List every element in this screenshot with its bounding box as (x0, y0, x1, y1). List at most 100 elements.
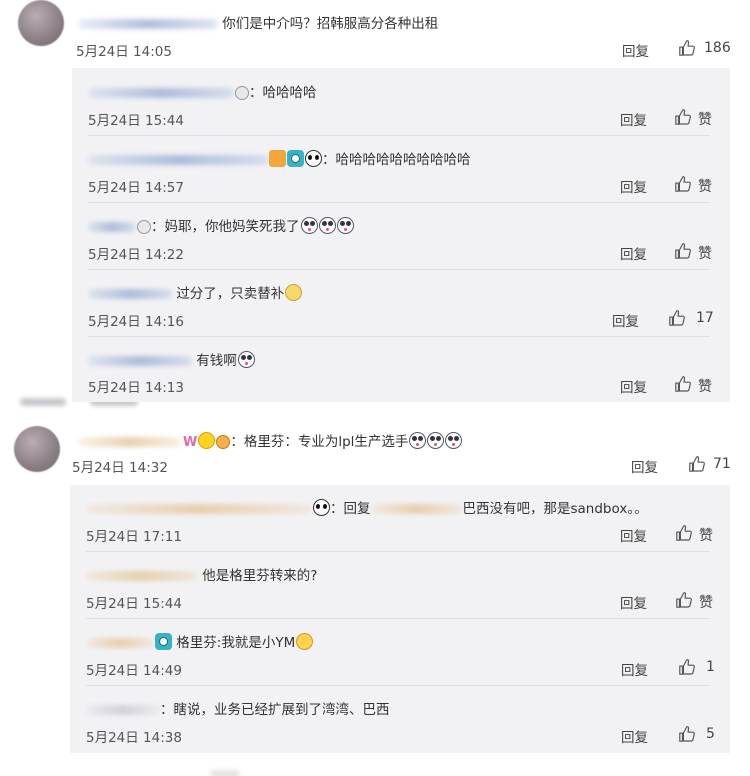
thumbs-up-icon[interactable] (675, 524, 693, 542)
like-count[interactable]: 186 (704, 40, 731, 56)
reply-button[interactable]: 回复 (620, 176, 647, 196)
sub-comment-line: ：哈哈哈哈哈哈哈哈哈哈 (88, 148, 471, 168)
duck-badge-icon (198, 432, 216, 449)
username-blurred[interactable] (78, 19, 218, 29)
camera-badge-icon (287, 150, 304, 167)
thumbs-up-icon[interactable] (675, 591, 693, 609)
like-button[interactable]: 赞 (699, 592, 713, 612)
reply-button[interactable]: 回复 (620, 109, 647, 129)
sub-comment-time: 5月24日 15:44 (86, 596, 182, 612)
thumbs-up-icon[interactable] (688, 455, 706, 473)
laugh-cry-emoji-icon (409, 432, 427, 449)
sub-comment: ：妈耶，你他妈笑死我了 5月24日 14:22 回复 赞 (72, 203, 730, 270)
sub-comment-time: 5月24日 14:38 (86, 730, 182, 746)
comment-time: 5月24日 14:05 (76, 44, 172, 60)
sub-comment-line: 过分了，只卖替补 (88, 282, 303, 302)
thumbs-up-icon[interactable] (678, 39, 696, 57)
reply-button[interactable]: 回复 (631, 456, 658, 476)
like-button[interactable]: 赞 (698, 109, 712, 129)
gold-medal-icon (216, 435, 231, 449)
reply-list: ：回复 巴西没有吧，那是sandbox。。 5月24日 17:11 回复 赞 他是… (70, 485, 730, 753)
cat-emoji-icon (285, 284, 303, 301)
medal-icon (137, 220, 151, 234)
camera-badge-icon (155, 633, 172, 650)
like-count[interactable]: 71 (713, 456, 731, 472)
username-blurred[interactable] (78, 437, 182, 447)
reply-button[interactable]: 回复 (622, 40, 649, 60)
like-button[interactable]: 赞 (698, 376, 712, 396)
like-count[interactable]: 5 (706, 726, 715, 742)
reply-button[interactable]: 回复 (620, 592, 647, 612)
username-blurred[interactable] (88, 155, 268, 165)
sub-comment-line: ：哈哈哈哈 (88, 81, 317, 101)
thumbs-up-icon[interactable] (674, 375, 692, 393)
vip-w-badge-icon: W (183, 435, 198, 450)
comment-time: 5月24日 14:32 (72, 460, 168, 476)
smug-emoji-icon (296, 633, 314, 650)
sub-comment-line: ：妈耶，你他妈笑死我了 (88, 215, 354, 235)
reply-button[interactable]: 回复 (620, 525, 647, 545)
sub-comment-time: 5月24日 14:57 (88, 180, 184, 196)
laugh-cry-emoji-icon (300, 217, 318, 234)
reply-prefix: ：回复 (330, 501, 371, 517)
sub-comment-text: ：妈耶，你他妈笑死我了 (151, 219, 300, 235)
username-blurred[interactable] (88, 289, 172, 299)
sub-comment-text: 格里芬:我就是小YM (176, 635, 296, 651)
sub-comment: ：哈哈哈哈 5月24日 15:44 回复 赞 (72, 68, 730, 136)
username-blurred[interactable] (88, 222, 136, 232)
mentioned-username-blurred[interactable] (370, 504, 463, 514)
sub-comment-time: 5月24日 17:11 (86, 529, 182, 545)
sub-comment: ：瞎说，业务已经扩展到了湾湾、巴西 5月24日 14:38 回复 5 (70, 686, 730, 753)
laugh-cry-emoji-icon (445, 432, 463, 449)
sub-comment: ：哈哈哈哈哈哈哈哈哈哈 5月24日 14:57 回复 赞 (72, 136, 730, 203)
comment-text-line: 你们是中介吗？招韩服高分各种出租 (78, 12, 438, 32)
thumbs-up-icon[interactable] (668, 309, 686, 327)
reply-button[interactable]: 回复 (621, 659, 648, 679)
sub-comment-line: 他是格里芬转来的? (86, 564, 317, 584)
panda-emoji-icon (305, 150, 322, 167)
reply-button[interactable]: 回复 (620, 376, 647, 396)
sub-comment-time: 5月24日 14:16 (88, 314, 184, 330)
sub-comment-line: 格里芬:我就是小YM (86, 631, 314, 651)
sub-comment-text: 巴西没有吧，那是sandbox。。 (462, 501, 648, 517)
thumbs-up-icon[interactable] (678, 725, 696, 743)
sub-comment-line: ：瞎说，业务已经扩展到了湾湾、巴西 (86, 698, 390, 718)
medal-icon (235, 86, 249, 100)
sub-comment: ：回复 巴西没有吧，那是sandbox。。 5月24日 17:11 回复 赞 (70, 485, 730, 552)
reply-button[interactable]: 回复 (621, 726, 648, 746)
like-count[interactable]: 1 (706, 659, 715, 675)
like-button[interactable]: 赞 (699, 525, 713, 545)
thumbs-up-icon[interactable] (678, 658, 696, 676)
username-blurred[interactable] (86, 571, 198, 581)
reply-button[interactable]: 回复 (612, 310, 639, 330)
username-blurred[interactable] (88, 88, 234, 98)
like-button[interactable]: 赞 (698, 243, 712, 263)
user-avatar[interactable] (18, 0, 64, 46)
username-blurred[interactable] (86, 705, 160, 715)
panda-emoji-icon (313, 499, 330, 516)
sub-comment-text: ：瞎说，业务已经扩展到了湾湾、巴西 (160, 702, 390, 718)
sub-comment-line: 有钱啊 (88, 349, 255, 369)
sub-comment: 格里芬:我就是小YM 5月24日 14:49 回复 1 (70, 619, 730, 686)
sub-comment: 有钱啊 5月24日 14:13 回复 赞 (72, 337, 730, 402)
comment: W ：格里芬：专业为lpl生产选手 5月24日 14:32 回复 71 ：回复 巴西… (0, 414, 750, 776)
sub-comment-time: 5月24日 14:49 (86, 663, 182, 679)
thumbs-up-icon[interactable] (674, 242, 692, 260)
laugh-cry-emoji-icon (427, 432, 445, 449)
thumbs-up-icon[interactable] (674, 108, 692, 126)
like-button[interactable]: 赞 (698, 176, 712, 196)
thumbs-up-icon[interactable] (674, 175, 692, 193)
comment-text-line: W ：格里芬：专业为lpl生产选手 (78, 430, 463, 450)
username-blurred[interactable] (86, 638, 154, 648)
username-blurred[interactable] (88, 356, 192, 366)
sub-comment: 过分了，只卖替补 5月24日 14:16 回复 17 (72, 270, 730, 337)
user-avatar[interactable] (14, 426, 60, 472)
reply-button[interactable]: 回复 (620, 243, 647, 263)
like-count[interactable]: 17 (696, 310, 714, 326)
sub-comment-time: 5月24日 14:22 (88, 247, 184, 263)
sub-comment-text: 他是格里芬转来的? (202, 568, 318, 584)
sub-comment-time: 5月24日 15:44 (88, 113, 184, 129)
laugh-cry-emoji-icon (336, 217, 354, 234)
laugh-cry-emoji-icon (318, 217, 336, 234)
username-blurred[interactable] (86, 504, 312, 514)
